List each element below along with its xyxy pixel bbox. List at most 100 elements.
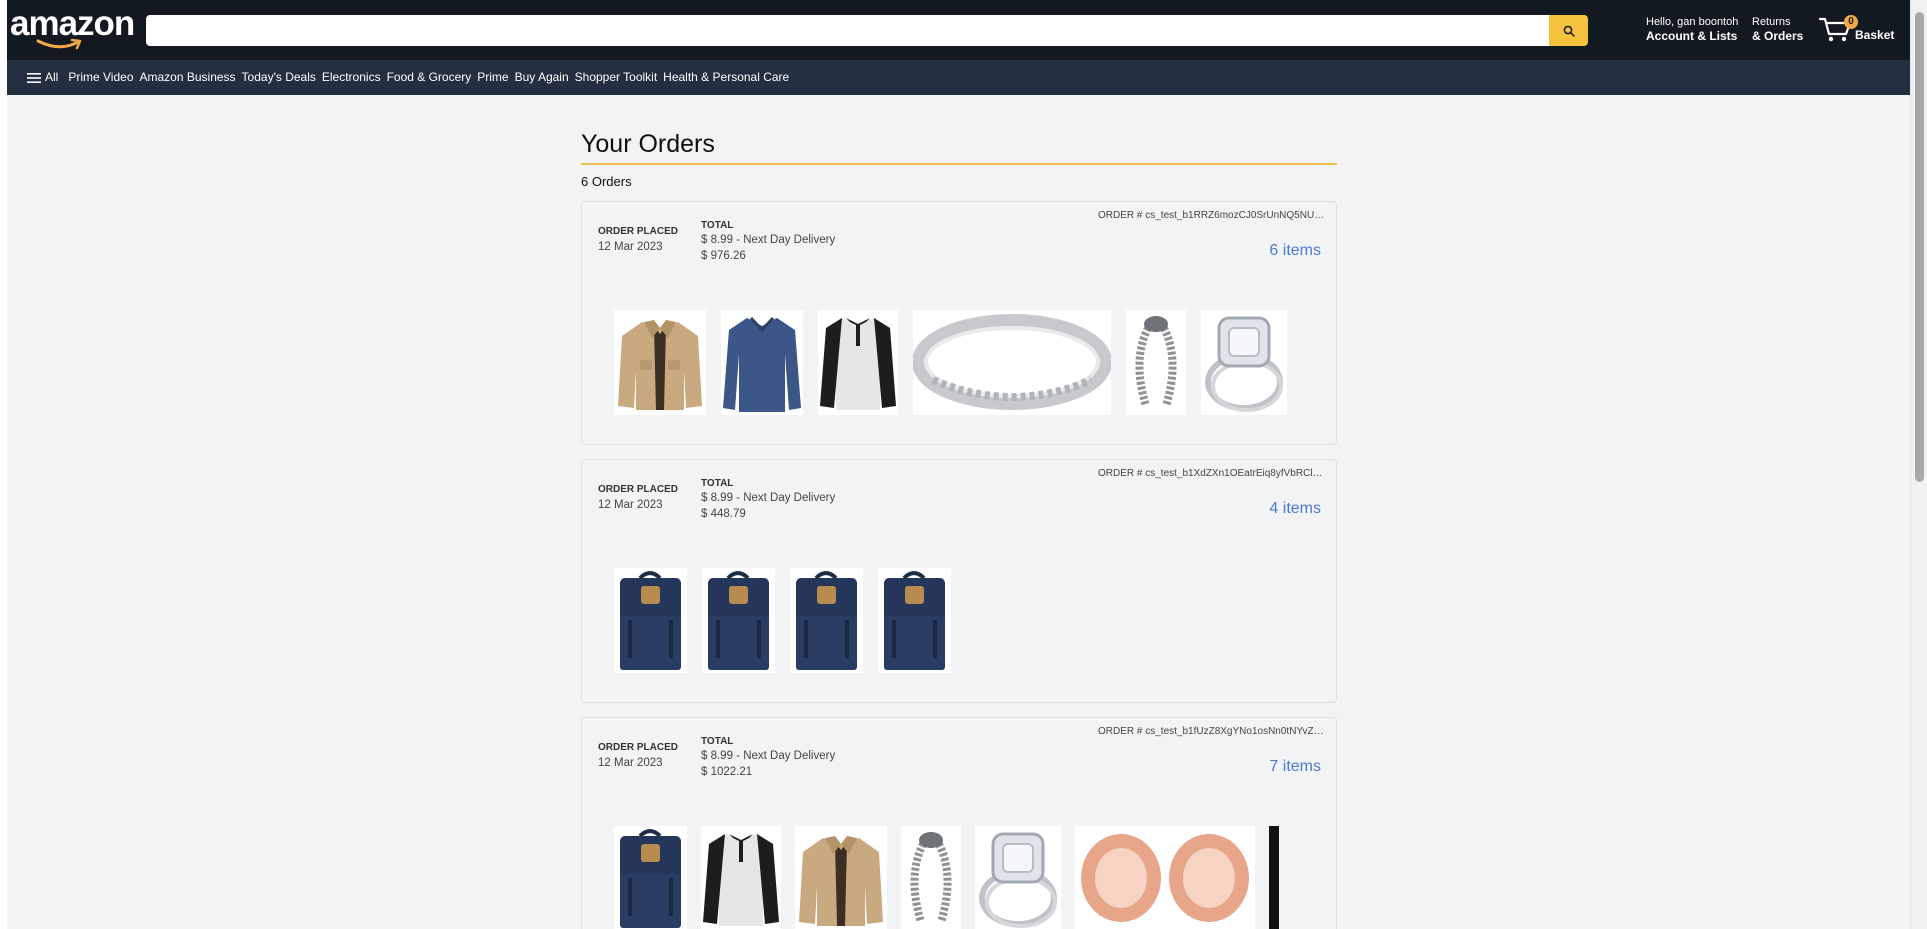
top-nav: amazon Hello, gan boontoh Account & List… [7, 0, 1910, 60]
product-thumb-silver-bracelet[interactable] [901, 826, 961, 929]
page-title: Your Orders [581, 130, 715, 158]
order-total-value: $ 976.26 [701, 250, 746, 262]
order-shipping: $ 8.99 - Next Day Delivery [701, 492, 836, 504]
order-total-label: TOTAL [701, 220, 734, 231]
order-placed: ORDER PLACED 12 Mar 2023 [598, 483, 678, 513]
subnav-item-food-grocery[interactable]: Food & Grocery [384, 60, 475, 95]
account-menu[interactable]: Hello, gan boontoh Account & Lists [1646, 15, 1738, 44]
bracelet-image [910, 832, 952, 924]
account-greeting: Hello, gan boontoh [1646, 16, 1739, 28]
product-thumb-henley-shirt[interactable] [701, 826, 781, 929]
diamond-ring-image [1205, 316, 1283, 412]
order-total-value: $ 1022.21 [701, 766, 753, 778]
logo-smile-icon [36, 38, 82, 50]
order-total-value: $ 448.79 [701, 508, 746, 520]
product-thumb-backpack[interactable] [614, 826, 687, 929]
product-thumb-diamond-ring[interactable] [1201, 310, 1287, 415]
product-thumb-silver-bracelet[interactable] [1126, 310, 1186, 415]
backpack-image [796, 571, 857, 670]
product-thumb-backpack[interactable] [614, 568, 687, 673]
subnav-item-buy-again[interactable]: Buy Again [512, 60, 572, 95]
order-card: ORDER PLACED 12 Mar 2023 TOTAL $ 8.99 - … [581, 717, 1337, 929]
order-card: ORDER PLACED 12 Mar 2023 TOTAL $ 8.99 - … [581, 201, 1337, 445]
order-products [614, 568, 951, 673]
search-button[interactable] [1549, 15, 1588, 46]
order-placed-label: ORDER PLACED [598, 742, 679, 753]
order-shipping: $ 8.99 - Next Day Delivery [701, 750, 836, 762]
page-scrollbar[interactable] [1910, 0, 1927, 929]
order-products [614, 310, 1287, 415]
order-placed-date: 12 Mar 2023 [598, 499, 663, 511]
product-thumb-rose-gold-plugs[interactable] [1075, 826, 1255, 929]
subnav-item-shopper-toolkit[interactable]: Shopper Toolkit [572, 60, 661, 95]
order-items-link[interactable]: 7 items [1269, 758, 1321, 776]
product-thumb-navy-sweater[interactable] [721, 310, 803, 415]
backpack-image [620, 829, 681, 928]
amazon-logo[interactable]: amazon [10, 6, 140, 52]
all-menu-button[interactable]: All [27, 60, 61, 95]
order-total-label: TOTAL [701, 736, 734, 747]
order-count: 6 Orders [581, 174, 632, 189]
jacket-image [618, 320, 702, 410]
product-thumb-backpack[interactable] [702, 568, 775, 673]
product-thumb-silver-band-ring[interactable] [913, 310, 1111, 415]
title-divider [581, 163, 1337, 165]
product-thumb-henley-shirt[interactable] [818, 310, 898, 415]
product-thumb-jacket[interactable] [614, 310, 706, 415]
order-number: ORDER # cs_test_b1XdZXn1OEatrEiq8yfVbRCl… [1098, 468, 1328, 479]
subnav-item-electronics[interactable]: Electronics [319, 60, 384, 95]
order-placed-label: ORDER PLACED [598, 226, 679, 237]
subnav-item-amazon-business[interactable]: Amazon Business [137, 60, 239, 95]
sub-nav: All Prime Video Amazon Business Today's … [7, 60, 1910, 95]
jacket-image [799, 836, 883, 926]
hamburger-icon [27, 72, 41, 83]
order-total: TOTAL $ 8.99 - Next Day Delivery $ 448.7… [701, 477, 835, 522]
subnav-item-health-personal-care[interactable]: Health & Personal Care [660, 60, 792, 95]
henley-image [820, 318, 896, 410]
bracelet-image [1135, 316, 1177, 408]
product-thumb-diamond-ring[interactable] [975, 826, 1061, 929]
backpack-image [620, 571, 681, 670]
orders-label: & Orders [1752, 29, 1804, 43]
basket-link[interactable]: 0 Basket [1819, 13, 1899, 47]
order-shipping: $ 8.99 - Next Day Delivery [701, 234, 836, 246]
scrollbar-thumb[interactable] [1915, 12, 1924, 482]
search-bar [146, 15, 1588, 46]
order-number: ORDER # cs_test_b1RRZ6mozCJ0SrUnNQ5NUzZW… [1098, 210, 1328, 221]
order-items-link[interactable]: 6 items [1269, 242, 1321, 260]
order-total: TOTAL $ 8.99 - Next Day Delivery $ 1022.… [701, 735, 835, 780]
basket-label: Basket [1855, 28, 1895, 42]
subnav-item-prime[interactable]: Prime [474, 60, 511, 95]
diamond-ring-image [979, 832, 1057, 928]
band-ring-image [913, 314, 1111, 410]
search-icon [1563, 25, 1575, 37]
order-card: ORDER PLACED 12 Mar 2023 TOTAL $ 8.99 - … [581, 459, 1337, 703]
all-menu-label: All [45, 70, 59, 84]
order-placed-label: ORDER PLACED [598, 484, 679, 495]
subnav-item-todays-deals[interactable]: Today's Deals [239, 60, 319, 95]
product-thumb-dark-item[interactable] [1269, 826, 1279, 929]
cart-count-badge: 0 [1844, 15, 1858, 29]
order-items-link[interactable]: 4 items [1269, 500, 1321, 518]
order-products [614, 826, 1279, 929]
search-input[interactable] [146, 15, 1549, 46]
subnav-item-prime-video[interactable]: Prime Video [65, 60, 136, 95]
order-placed-date: 12 Mar 2023 [598, 241, 663, 253]
product-thumb-jacket[interactable] [795, 826, 887, 929]
order-placed: ORDER PLACED 12 Mar 2023 [598, 741, 678, 771]
returns-orders-link[interactable]: Returns & Orders [1752, 15, 1803, 44]
logo-wordmark: amazon [10, 4, 135, 43]
plugs-image [1081, 834, 1249, 922]
product-thumb-backpack[interactable] [878, 568, 951, 673]
order-placed: ORDER PLACED 12 Mar 2023 [598, 225, 678, 255]
product-thumb-backpack[interactable] [790, 568, 863, 673]
order-total-label: TOTAL [701, 478, 734, 489]
account-label: Account & Lists [1646, 29, 1738, 43]
order-number: ORDER # cs_test_b1fUzZ8XgYNo1osNn0tNYvZJ… [1098, 726, 1328, 737]
sweater-image [723, 316, 801, 412]
window-edge [0, 0, 7, 929]
order-total: TOTAL $ 8.99 - Next Day Delivery $ 976.2… [701, 219, 835, 264]
backpack-image [884, 571, 945, 670]
order-placed-date: 12 Mar 2023 [598, 757, 663, 769]
backpack-image [708, 571, 769, 670]
